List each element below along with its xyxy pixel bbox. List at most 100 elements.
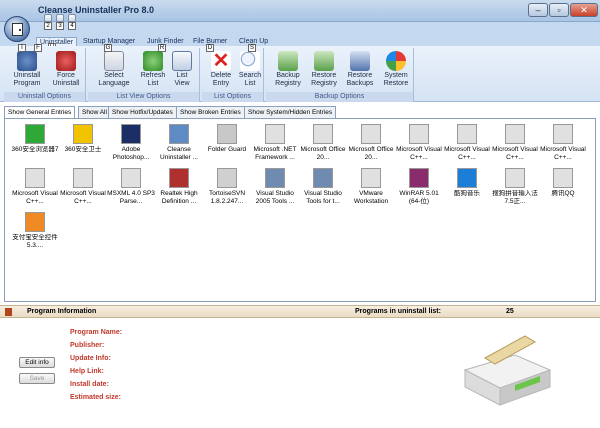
- program-item[interactable]: Cleanse Uninstaller ...: [153, 121, 205, 171]
- program-icon: [169, 168, 189, 188]
- refresh-list-button[interactable]: Refresh List: [138, 51, 168, 88]
- program-item[interactable]: WinRAR 5.01 (64-位): [393, 165, 445, 215]
- field-help-link: Help Link:: [70, 368, 104, 375]
- force-uninstall-icon: [56, 51, 76, 71]
- program-name: 酷狗音乐: [454, 190, 480, 197]
- qat-undo-button[interactable]: [56, 14, 64, 22]
- program-name: 360安全浏览器7: [11, 146, 59, 153]
- program-item[interactable]: 360安全浏览器7: [9, 121, 61, 171]
- search-icon: [240, 51, 260, 71]
- program-item[interactable]: VMware Workstation: [345, 165, 397, 215]
- program-name: Microsoft Visual C++...: [444, 146, 490, 161]
- system-restore-button[interactable]: System Restore: [378, 51, 414, 88]
- uninstall-program-button[interactable]: Uninstall Program: [8, 51, 46, 88]
- program-name: Realtek High Definition ...: [160, 190, 198, 205]
- program-item[interactable]: 腾讯QQ: [537, 165, 589, 215]
- program-item[interactable]: Microsoft Visual C++...: [489, 121, 541, 171]
- tab-show-system-hidden-entries[interactable]: Show System/Hidden Entries: [244, 106, 337, 118]
- button-label: Restore Registry: [311, 72, 337, 87]
- button-label: Uninstall Program: [13, 72, 41, 87]
- program-item[interactable]: MSXML 4.0 SP3 Parse...: [105, 165, 157, 215]
- restore-registry-icon: [314, 51, 334, 71]
- restore-registry-button[interactable]: Restore Registry: [306, 51, 342, 88]
- program-name: Microsoft Office 20...: [300, 146, 346, 161]
- program-item[interactable]: Visual Studio Tools for t...: [297, 165, 349, 215]
- program-name: 360安全卫士: [64, 146, 102, 153]
- program-item[interactable]: Microsoft Visual C++...: [57, 165, 109, 215]
- tab-show-broken-entries[interactable]: Show Broken Entries: [176, 106, 245, 118]
- program-item[interactable]: Microsoft Visual C++...: [9, 165, 61, 215]
- program-icon: [25, 124, 45, 144]
- application-menu-button[interactable]: [4, 16, 30, 42]
- program-info-header: Program Information Programs in uninstal…: [0, 305, 600, 318]
- minimize-button[interactable]: –: [528, 3, 548, 17]
- backup-registry-button[interactable]: Backup Registry: [270, 51, 306, 88]
- program-name: Microsoft Office 20...: [348, 146, 394, 161]
- program-item[interactable]: 360安全卫士: [57, 121, 109, 171]
- program-item[interactable]: Microsoft Visual C++...: [441, 121, 493, 171]
- program-icon: [553, 124, 573, 144]
- maximize-button[interactable]: ▫: [549, 3, 569, 17]
- program-item[interactable]: Visual Studio 2005 Tools ...: [249, 165, 301, 215]
- search-list-button[interactable]: Search List: [236, 51, 264, 88]
- program-icon: [121, 168, 141, 188]
- hard-drive-illustration: [463, 335, 552, 406]
- program-icon: [505, 124, 525, 144]
- field-program-name: Program Name:: [70, 329, 123, 336]
- program-item[interactable]: Folder Guard: [201, 121, 253, 171]
- program-name: Microsoft Visual C++...: [540, 146, 586, 161]
- program-item[interactable]: 搜狗拼音输入法 7.5正...: [489, 165, 541, 215]
- tab-uninstaller[interactable]: Uninstaller: [36, 37, 78, 46]
- keytip: R: [158, 44, 166, 52]
- program-item[interactable]: Microsoft .NET Framework ...: [249, 121, 301, 171]
- tab-show-hotfix-updates[interactable]: Show Hotfix/Updates: [108, 106, 177, 118]
- info-title: Program Information: [27, 308, 97, 315]
- program-name: 腾讯QQ: [551, 190, 575, 197]
- keytip: 4: [68, 22, 76, 30]
- program-name: Visual Studio 2005 Tools ...: [255, 190, 295, 205]
- program-name: MSXML 4.0 SP3 Parse...: [107, 190, 155, 205]
- qat-redo-button[interactable]: [68, 14, 76, 22]
- program-list[interactable]: 360安全浏览器7 360安全卫士 Adobe Photoshop... Cleans…: [4, 118, 596, 302]
- field-install-date: Install date:: [70, 381, 109, 388]
- close-button[interactable]: ✕: [570, 3, 598, 17]
- program-item[interactable]: Realtek High Definition ...: [153, 165, 205, 215]
- restore-backups-button[interactable]: Restore Backups: [342, 51, 378, 88]
- program-icon: [313, 168, 333, 188]
- program-count: 25: [506, 308, 514, 315]
- list-view-button[interactable]: List View: [168, 51, 196, 88]
- program-icon: [25, 212, 45, 232]
- program-item[interactable]: Microsoft Office 20...: [297, 121, 349, 171]
- program-name: Microsoft .NET Framework ...: [253, 146, 297, 161]
- qat-save-button[interactable]: [44, 14, 52, 22]
- program-item[interactable]: Microsoft Visual C++...: [537, 121, 589, 171]
- program-name: Microsoft Visual C++...: [60, 190, 106, 205]
- program-item[interactable]: 酷狗音乐: [441, 165, 493, 215]
- delete-entry-button[interactable]: ✕ Delete Entry: [206, 51, 236, 88]
- force-uninstall-button[interactable]: Force Uninstall: [47, 51, 85, 88]
- button-label: Select Language: [98, 72, 130, 87]
- button-label: Delete Entry: [210, 72, 232, 87]
- program-item[interactable]: Adobe Photoshop...: [105, 121, 157, 171]
- program-item[interactable]: Microsoft Visual C++...: [393, 121, 445, 171]
- info-icon: [5, 308, 12, 316]
- program-icon: [409, 124, 429, 144]
- program-item[interactable]: 支付宝安全控件 5.3....: [9, 209, 61, 259]
- field-estimated-size: Estimated size:: [70, 394, 121, 401]
- program-name: Adobe Photoshop...: [112, 146, 150, 161]
- program-item[interactable]: Microsoft Office 20...: [345, 121, 397, 171]
- program-icon: [73, 124, 93, 144]
- save-button[interactable]: Save: [19, 373, 55, 384]
- backup-registry-icon: [278, 51, 298, 71]
- program-icon: [553, 168, 573, 188]
- program-name: Microsoft Visual C++...: [396, 146, 442, 161]
- program-icon: [505, 168, 525, 188]
- program-item[interactable]: TortoiseSVN 1.8.2.247...: [201, 165, 253, 215]
- list-view-icon: [172, 51, 192, 71]
- keytip: D: [206, 44, 214, 52]
- edit-info-button[interactable]: Edit info: [19, 357, 55, 368]
- program-icon: [457, 124, 477, 144]
- select-language-button[interactable]: Select Language: [94, 51, 134, 88]
- button-label: Refresh List: [140, 72, 166, 87]
- tab-show-all[interactable]: Show All: [78, 106, 111, 118]
